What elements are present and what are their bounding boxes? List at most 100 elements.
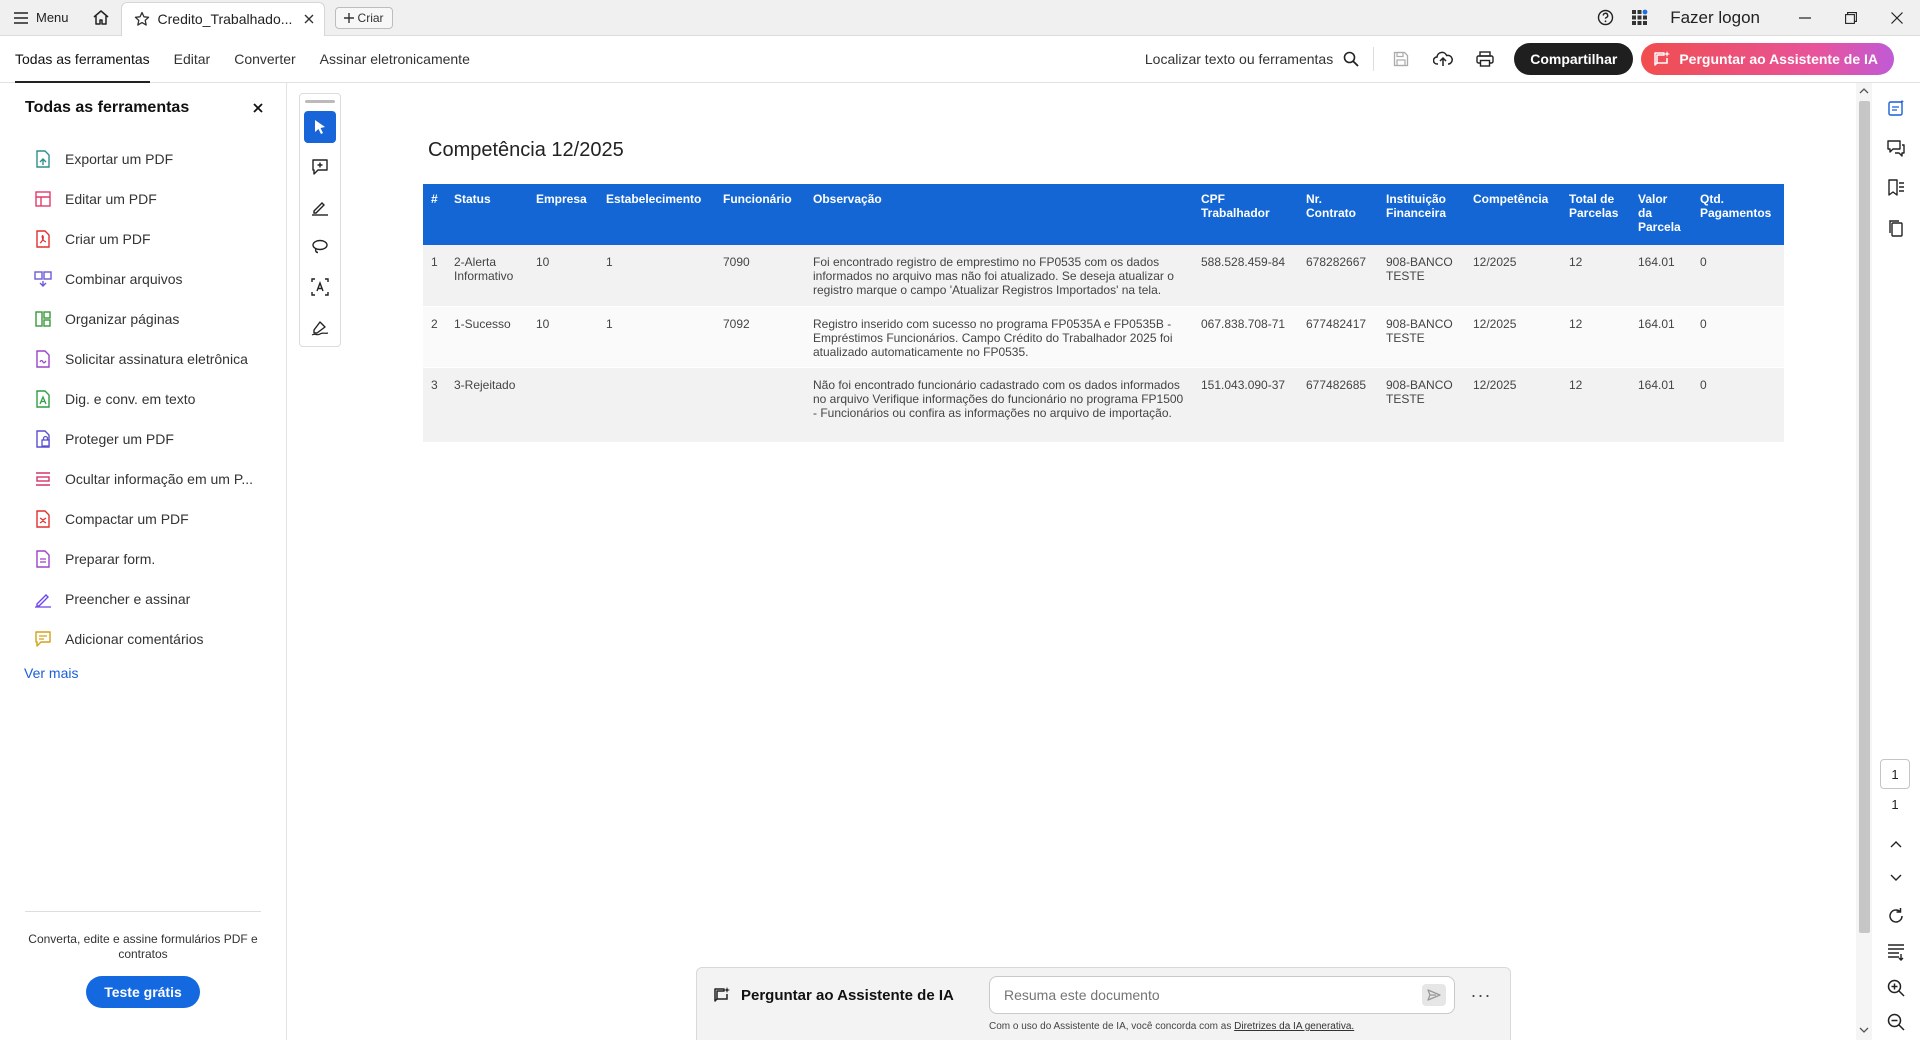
draw-tool-button[interactable] bbox=[304, 231, 336, 263]
tool-combine-files[interactable]: Combinar arquivos bbox=[0, 259, 286, 299]
table-cell: 164.01 bbox=[1630, 306, 1692, 368]
select-tool-button[interactable] bbox=[304, 111, 336, 143]
tool-add-comment[interactable]: Adicionar comentários bbox=[0, 619, 286, 659]
pages-panel-button[interactable] bbox=[1883, 215, 1909, 241]
all-tools-panel: Todas as ferramentas Exportar um PDF Edi… bbox=[0, 83, 287, 1040]
current-page-input[interactable]: 1 bbox=[1880, 759, 1910, 789]
scroll-mode-button[interactable] bbox=[1883, 939, 1909, 965]
document-tab[interactable]: Credito_Trabalhado... bbox=[120, 1, 325, 36]
minimize-button[interactable] bbox=[1782, 0, 1828, 36]
send-button[interactable] bbox=[1422, 984, 1446, 1006]
zoom-out-button[interactable] bbox=[1883, 1009, 1909, 1035]
sign-tool-button[interactable] bbox=[304, 311, 336, 343]
login-button[interactable]: Fazer logon bbox=[1656, 8, 1782, 28]
tool-protect-pdf[interactable]: Proteger um PDF bbox=[0, 419, 286, 459]
restore-button[interactable] bbox=[1828, 0, 1874, 36]
see-more-link[interactable]: Ver mais bbox=[0, 665, 286, 681]
scroll-up-arrow-icon[interactable] bbox=[1859, 87, 1869, 95]
ai-assistant-button[interactable]: Perguntar ao Assistente de IA bbox=[1641, 43, 1894, 75]
new-button[interactable]: Criar bbox=[334, 6, 393, 29]
close-window-button[interactable] bbox=[1874, 0, 1920, 36]
table-cell: 908-BANCO TESTE bbox=[1378, 245, 1465, 307]
rail-drag-handle[interactable] bbox=[305, 100, 335, 103]
pen-icon bbox=[312, 202, 328, 216]
bookmarks-panel-button[interactable] bbox=[1883, 175, 1909, 201]
tool-scan-ocr[interactable]: Dig. e conv. em texto bbox=[0, 379, 286, 419]
help-button[interactable] bbox=[1588, 0, 1622, 36]
table-cell: 1-Sucesso bbox=[446, 306, 528, 368]
cursor-arrow-icon bbox=[315, 120, 325, 134]
column-header: Estabelecimento bbox=[598, 184, 715, 245]
rotate-button[interactable] bbox=[1883, 903, 1909, 929]
tool-prepare-form[interactable]: Preparar form. bbox=[0, 539, 286, 579]
ai-chat-icon bbox=[1654, 51, 1671, 66]
tool-redact[interactable]: Ocultar informação em um P... bbox=[0, 459, 286, 499]
nav-convert[interactable]: Converter bbox=[234, 36, 295, 82]
home-button[interactable] bbox=[81, 0, 121, 36]
close-tab-icon[interactable] bbox=[304, 14, 314, 24]
table-cell: 677482685 bbox=[1298, 367, 1378, 443]
tool-compress-pdf[interactable]: Compactar um PDF bbox=[0, 499, 286, 539]
tool-label: Solicitar assinatura eletrônica bbox=[65, 351, 248, 367]
highlight-tool-button[interactable] bbox=[304, 191, 336, 223]
add-comment-tool-button[interactable] bbox=[304, 151, 336, 183]
nav-edit[interactable]: Editar bbox=[174, 36, 211, 82]
apps-button[interactable] bbox=[1622, 0, 1656, 36]
top-nav: Todas as ferramentas Editar Converter As… bbox=[0, 36, 494, 83]
cloud-upload-icon bbox=[1433, 51, 1454, 66]
document-properties-button[interactable] bbox=[1883, 95, 1909, 121]
tool-request-signature[interactable]: Solicitar assinatura eletrônica bbox=[0, 339, 286, 379]
star-icon[interactable] bbox=[134, 11, 150, 27]
save-button[interactable] bbox=[1380, 41, 1422, 77]
table-row: 1 2-Alerta Informativo 10 1 7090 Foi enc… bbox=[423, 245, 1784, 307]
ai-assistant-label: Perguntar ao Assistente de IA bbox=[713, 986, 954, 1004]
nav-e-sign[interactable]: Assinar eletronicamente bbox=[320, 36, 470, 82]
column-header: Valor da Parcela bbox=[1630, 184, 1692, 245]
nav-all-tools[interactable]: Todas as ferramentas bbox=[15, 36, 150, 83]
title-bar: Menu Credito_Trabalhado... Criar Fazer l… bbox=[0, 0, 1920, 36]
report-title: Competência 12/2025 bbox=[428, 139, 624, 161]
column-header: Empresa bbox=[528, 184, 598, 245]
ai-prompt-input[interactable] bbox=[1004, 987, 1422, 1003]
edit-pdf-icon bbox=[33, 189, 53, 209]
close-panel-button[interactable] bbox=[248, 98, 268, 118]
chevron-up-icon bbox=[1890, 841, 1902, 848]
table-cell: 3-Rejeitado bbox=[446, 367, 528, 443]
share-button[interactable]: Compartilhar bbox=[1514, 43, 1634, 75]
tool-edit-pdf[interactable]: Editar um PDF bbox=[0, 179, 286, 219]
table-cell: 164.01 bbox=[1630, 367, 1692, 443]
table-cell: 678282667 bbox=[1298, 245, 1378, 307]
ai-guidelines-link[interactable]: Diretrizes da IA generativa. bbox=[1234, 1021, 1354, 1032]
tool-fill-sign[interactable]: Preencher e assinar bbox=[0, 579, 286, 619]
restore-icon bbox=[1845, 11, 1857, 24]
zoom-in-icon bbox=[1887, 979, 1905, 997]
comments-panel-button[interactable] bbox=[1883, 135, 1909, 161]
scrollbar-thumb[interactable] bbox=[1859, 101, 1870, 933]
save-icon bbox=[1394, 51, 1409, 67]
tool-organize-pages[interactable]: Organizar páginas bbox=[0, 299, 286, 339]
more-options-button[interactable]: ··· bbox=[1467, 985, 1495, 1005]
previous-page-button[interactable] bbox=[1883, 831, 1909, 857]
next-page-button[interactable] bbox=[1883, 865, 1909, 891]
zoom-in-button[interactable] bbox=[1883, 975, 1909, 1001]
free-trial-button[interactable]: Teste grátis bbox=[86, 976, 200, 1008]
scan-ocr-icon bbox=[33, 389, 53, 409]
menu-button[interactable]: Menu bbox=[0, 0, 81, 36]
scroll-down-arrow-icon[interactable] bbox=[1859, 1026, 1869, 1034]
print-button[interactable] bbox=[1464, 41, 1506, 77]
upload-cloud-button[interactable] bbox=[1422, 41, 1464, 77]
find-tools-button[interactable]: Localizar texto ou ferramentas bbox=[1145, 47, 1375, 71]
ai-prompt-field[interactable] bbox=[989, 976, 1455, 1014]
redact-icon bbox=[33, 469, 53, 489]
table-cell: 1 bbox=[598, 245, 715, 307]
panel-header: Todas as ferramentas bbox=[0, 83, 286, 133]
vertical-scrollbar[interactable] bbox=[1856, 83, 1872, 1040]
tool-create-pdf[interactable]: Criar um PDF bbox=[0, 219, 286, 259]
tool-export-pdf[interactable]: Exportar um PDF bbox=[0, 139, 286, 179]
tab-title: Credito_Trabalhado... bbox=[157, 11, 293, 27]
text-recognition-tool-button[interactable] bbox=[304, 271, 336, 303]
promo-text: Converta, edite e assine formulários PDF… bbox=[28, 932, 258, 961]
request-signature-icon bbox=[33, 349, 53, 369]
table-cell: Foi encontrado registro de emprestimo no… bbox=[805, 245, 1193, 307]
add-comment-icon bbox=[33, 629, 53, 649]
